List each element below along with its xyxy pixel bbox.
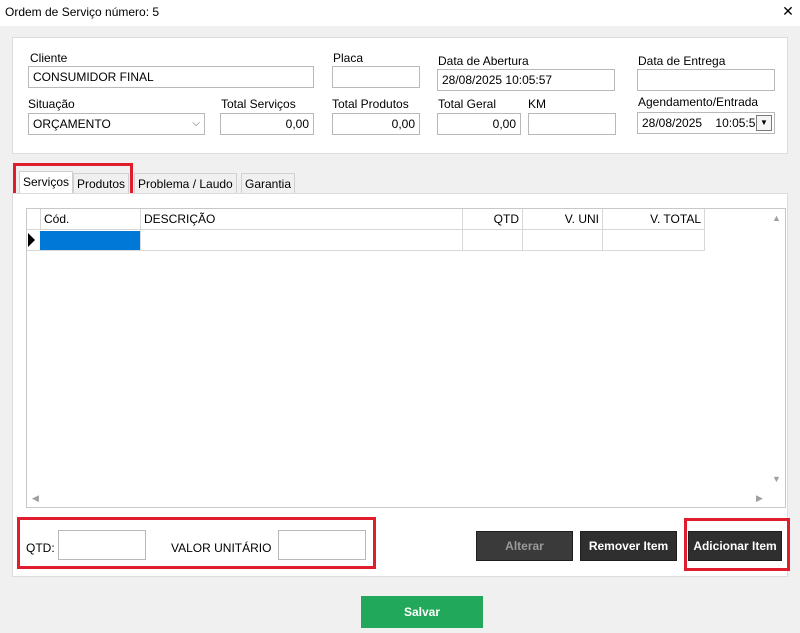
agendamento-label: Agendamento/Entrada (638, 95, 759, 109)
item-entry-highlight (17, 517, 376, 569)
column-header-v-uni[interactable]: V. UNI (523, 209, 603, 229)
cell-divider (462, 230, 463, 251)
data-entrega-field[interactable] (637, 69, 775, 91)
total-servicos-label: Total Serviços (221, 97, 296, 111)
agendamento-date: 28/08/2025 (642, 116, 703, 130)
tabs-highlight (13, 163, 133, 197)
scroll-up-icon[interactable]: ▲ (772, 213, 781, 223)
cell-divider (140, 230, 141, 251)
situacao-select[interactable]: ORÇAMENTO ⌵ (28, 113, 205, 135)
agendamento-datetime[interactable]: 28/08/2025 10:05:57 ▼ (637, 112, 775, 134)
row-indicator-header (27, 209, 41, 229)
selected-cell-cod[interactable] (40, 231, 140, 250)
chevron-down-icon[interactable]: ▼ (756, 115, 772, 131)
adicionar-item-highlight (684, 518, 790, 571)
placa-label: Placa (333, 51, 364, 65)
cliente-label: Cliente (30, 51, 68, 65)
tab-garantia[interactable]: Garantia (241, 173, 296, 193)
grid-header: Cód. DESCRIÇÃO QTD V. UNI V. TOTAL (27, 209, 705, 230)
triangle-right-icon (28, 233, 35, 247)
km-label: KM (528, 97, 546, 111)
total-geral-field: 0,00 (437, 113, 521, 135)
alterar-button[interactable]: Alterar (476, 531, 573, 561)
salvar-button[interactable]: Salvar (361, 596, 483, 628)
scroll-left-icon[interactable]: ◀ (32, 493, 39, 504)
situacao-value: ORÇAMENTO (33, 117, 111, 131)
cliente-field[interactable]: CONSUMIDOR FINAL (28, 66, 314, 88)
data-entrega-label: Data de Entrega (638, 54, 726, 68)
column-header-v-total[interactable]: V. TOTAL (603, 209, 705, 229)
total-servicos-field: 0,00 (220, 113, 314, 135)
vertical-scrollbar[interactable] (768, 209, 785, 490)
column-header-qtd[interactable]: QTD (463, 209, 523, 229)
items-grid[interactable] (26, 208, 786, 508)
total-produtos-field: 0,00 (332, 113, 420, 135)
remover-item-button[interactable]: Remover Item (580, 531, 677, 561)
scroll-down-icon[interactable]: ▼ (772, 474, 781, 484)
total-geral-label: Total Geral (438, 97, 497, 111)
column-header-descricao[interactable]: DESCRIÇÃO (141, 209, 463, 229)
close-icon[interactable]: ✕ (780, 3, 796, 19)
cell-divider (602, 230, 603, 251)
tab-problema-laudo[interactable]: Problema / Laudo (134, 173, 237, 193)
window-title: Ordem de Serviço número: 5 (5, 5, 160, 19)
scroll-right-icon[interactable]: ▶ (756, 493, 763, 504)
situacao-label: Situação (28, 97, 75, 111)
cell-divider (522, 230, 523, 251)
data-abertura-field[interactable]: 28/08/2025 10:05:57 (437, 69, 615, 91)
table-row[interactable] (27, 230, 705, 251)
chevron-down-icon[interactable]: ⌵ (192, 114, 200, 134)
cell-divider (704, 230, 705, 251)
data-abertura-label: Data de Abertura (438, 54, 529, 68)
total-produtos-label: Total Produtos (332, 97, 409, 111)
km-field[interactable] (528, 113, 616, 135)
horizontal-scrollbar[interactable] (27, 490, 768, 507)
column-header-cod[interactable]: Cód. (41, 209, 141, 229)
placa-field[interactable] (332, 66, 420, 88)
